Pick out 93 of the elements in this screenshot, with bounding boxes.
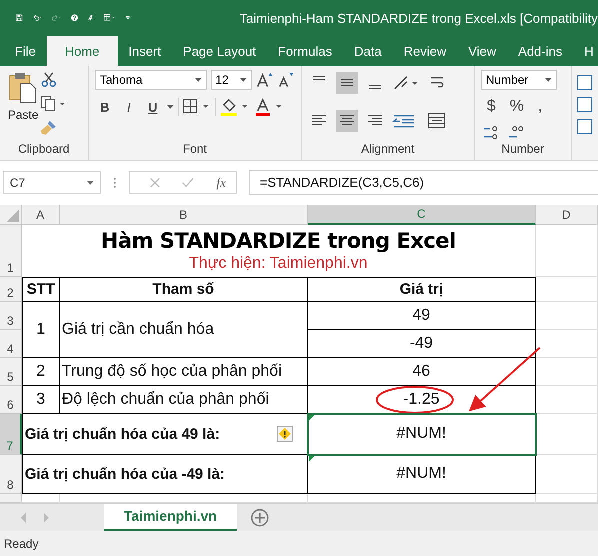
ribbon-tab[interactable]: H bbox=[573, 36, 598, 66]
paintbrush-icon[interactable] bbox=[40, 120, 57, 136]
row-header[interactable]: 5 bbox=[0, 358, 22, 386]
cell-value: #NUM! bbox=[396, 425, 446, 443]
table-cell: Độ lệch chuẩn của phân phối bbox=[60, 386, 308, 414]
empty-cell bbox=[536, 225, 598, 277]
table-header-cell: Tham số bbox=[60, 277, 308, 302]
clipboard-icon bbox=[8, 72, 38, 104]
result-label: Giá trị chuẩn hóa của -49 là: bbox=[25, 466, 226, 482]
sheet-tab[interactable]: Taimienphi.vn bbox=[104, 504, 238, 530]
sheet-subtitle: Thực hiện: Taimienphi.vn bbox=[189, 255, 368, 273]
formula-field[interactable]: =STANDARDIZE(C3,C5,C6) bbox=[249, 170, 598, 195]
number-format-button[interactable]: % bbox=[504, 98, 530, 116]
error-indicator-icon bbox=[309, 415, 315, 421]
ribbon-tab[interactable]: Add-ins bbox=[507, 36, 574, 66]
empty-cell bbox=[536, 302, 598, 330]
table-cell: Giá trị cần chuẩn hóa bbox=[60, 302, 308, 358]
align-center-icon[interactable] bbox=[336, 110, 358, 132]
fill-color-icon[interactable] bbox=[220, 98, 250, 116]
ribbon-tab[interactable]: Home bbox=[46, 36, 118, 66]
group-label: Alignment bbox=[360, 142, 416, 158]
cell-value: -49 bbox=[410, 334, 434, 352]
font-color-icon[interactable] bbox=[254, 98, 284, 116]
ribbon-tab[interactable]: File bbox=[4, 36, 47, 66]
font-name-dropdown[interactable]: Tahoma bbox=[95, 70, 207, 90]
empty-cell bbox=[536, 414, 598, 455]
caret-icon bbox=[194, 78, 202, 82]
result-label: Giá trị chuẩn hóa của 49 là: bbox=[25, 426, 220, 442]
empty-cell bbox=[536, 277, 598, 302]
warning-icon[interactable] bbox=[277, 426, 293, 442]
font-size-dropdown[interactable]: 12 bbox=[210, 70, 252, 90]
table-cell: 1 bbox=[22, 302, 60, 358]
error-indicator-icon bbox=[309, 456, 315, 462]
ribbon-tab[interactable]: Review bbox=[392, 36, 458, 66]
scissors-icon[interactable] bbox=[40, 72, 57, 88]
ribbon-tab[interactable]: Page Layout bbox=[172, 36, 268, 66]
align-middle-icon[interactable] bbox=[336, 72, 358, 94]
row-header[interactable]: 4 bbox=[0, 330, 22, 358]
row-header[interactable]: 6 bbox=[0, 386, 22, 414]
row-header[interactable]: 1 bbox=[0, 225, 22, 277]
table-cell: Trung độ số học của phân phối bbox=[60, 358, 308, 386]
ribbon-tab[interactable]: Insert bbox=[118, 36, 172, 66]
format-button[interactable]: B bbox=[95, 100, 115, 114]
caret-icon[interactable] bbox=[167, 105, 174, 109]
row-header[interactable]: 3 bbox=[0, 302, 22, 330]
ribbon-tab[interactable]: Formulas bbox=[267, 36, 344, 66]
grow-font-icon[interactable] bbox=[256, 72, 274, 88]
shrink-font-icon[interactable] bbox=[277, 72, 295, 88]
row-header[interactable]: 8 bbox=[0, 455, 22, 494]
add-sheet-icon[interactable] bbox=[251, 508, 270, 526]
number-format-dropdown[interactable]: Number bbox=[481, 70, 557, 90]
ribbon-tab[interactable]: View bbox=[457, 36, 508, 66]
annotation-arrow bbox=[469, 347, 541, 412]
table-cell: 3 bbox=[22, 386, 60, 414]
column-header[interactable]: D bbox=[536, 205, 598, 225]
table-header-cell: STT bbox=[22, 277, 60, 302]
row-header[interactable]: 7 bbox=[0, 414, 22, 455]
insert-function-button[interactable]: fx bbox=[216, 174, 226, 190]
ribbon-tab[interactable]: Data bbox=[343, 36, 393, 66]
column-header[interactable]: B bbox=[60, 205, 308, 225]
group-label: Clipboard bbox=[17, 142, 71, 158]
caret-icon bbox=[545, 78, 552, 82]
sheet-title: Hàm STANDARDIZE trong Excel bbox=[101, 229, 456, 253]
empty-cell bbox=[536, 358, 598, 386]
caret-icon bbox=[240, 78, 247, 82]
cell-value: 46 bbox=[412, 362, 430, 380]
row-header[interactable]: 2 bbox=[0, 277, 22, 302]
borders-icon[interactable] bbox=[183, 99, 211, 115]
cell-value: 49 bbox=[412, 306, 430, 324]
empty-cell bbox=[536, 455, 598, 494]
empty-cell bbox=[536, 386, 598, 414]
copy-icon[interactable] bbox=[40, 96, 67, 112]
column-header[interactable]: A bbox=[22, 205, 60, 225]
check-icon[interactable] bbox=[182, 176, 195, 188]
triangle-icon bbox=[7, 210, 19, 222]
window-title: Taimienphi-Ham STANDARDIZE trong Excel.xls [Compatibility bbox=[240, 10, 598, 26]
name-box[interactable]: C7 bbox=[3, 171, 101, 194]
dots-icon bbox=[113, 176, 117, 188]
cell-value: -1.25 bbox=[403, 390, 440, 408]
table-cell: 2 bbox=[22, 358, 60, 386]
group-label: Font bbox=[182, 142, 208, 158]
format-button[interactable]: U bbox=[143, 100, 163, 114]
table-header-cell: Giá trị bbox=[308, 277, 536, 302]
empty-cell bbox=[536, 330, 598, 358]
group-label: Number bbox=[500, 142, 546, 158]
format-button[interactable]: I bbox=[119, 100, 139, 114]
caret-icon bbox=[87, 180, 94, 184]
number-format-button[interactable]: , bbox=[532, 98, 549, 116]
paste-button[interactable]: Paste bbox=[6, 70, 41, 142]
column-header[interactable]: C bbox=[308, 205, 536, 225]
status-text: Ready bbox=[4, 536, 39, 550]
number-format-button[interactable]: $ bbox=[481, 98, 502, 116]
cell-value: #NUM! bbox=[396, 465, 446, 483]
